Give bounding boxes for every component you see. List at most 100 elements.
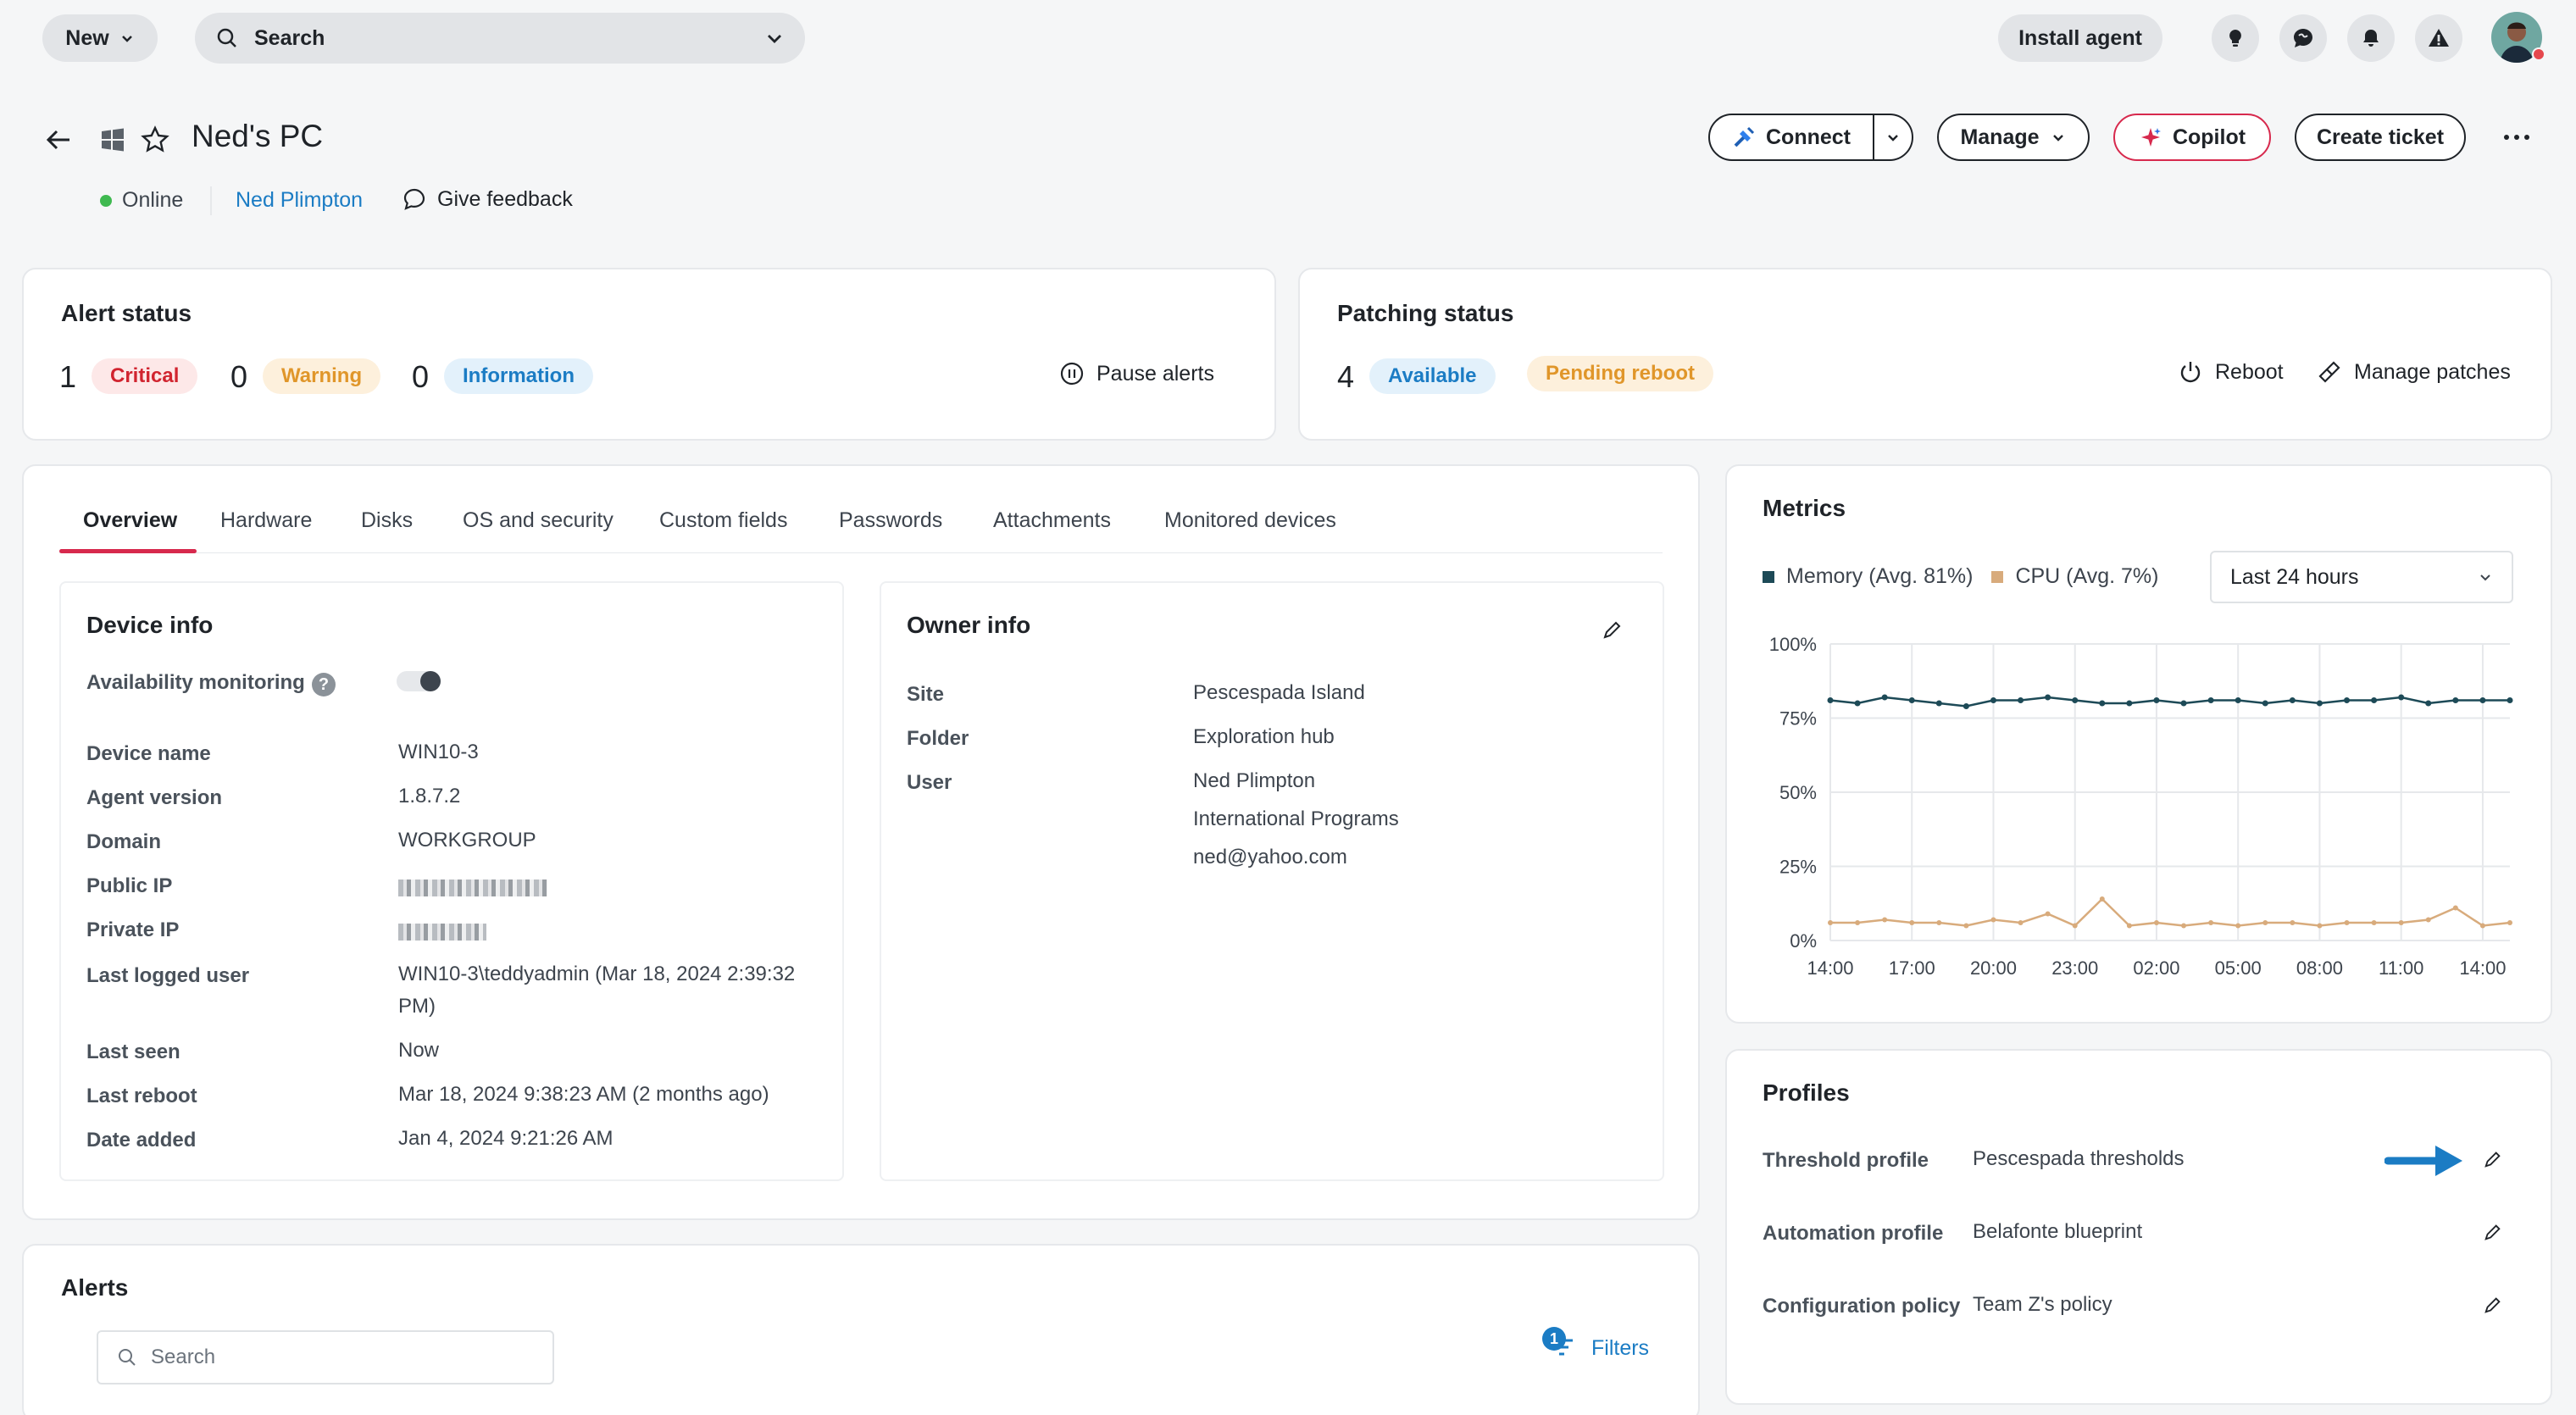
metrics-chart: 100% 75% 50% 25% 0% 14:00 17:00 20:00 23:00 02:00…	[1769, 634, 2513, 979]
connect-button[interactable]: Connect	[1708, 114, 1874, 161]
critical-badge[interactable]: Critical	[92, 358, 198, 394]
memory-point	[2398, 694, 2405, 701]
copilot-button[interactable]: Copilot	[2113, 114, 2271, 161]
search-icon	[119, 1349, 136, 1366]
time-range-select[interactable]: Last 24 hours	[2210, 551, 2513, 603]
row-label: Configuration policy	[1763, 1295, 1961, 1318]
last-seen-value: Now	[398, 1039, 440, 1062]
global-search[interactable]: Search	[195, 13, 805, 64]
filter-count-badge: 1	[1542, 1327, 1566, 1351]
memory-point	[2235, 697, 2241, 703]
user-link[interactable]: Ned Plimpton	[1193, 765, 1315, 797]
tab-hardware[interactable]: Hardware	[220, 508, 312, 533]
warning-badge[interactable]: Warning	[263, 358, 381, 394]
tab-overview[interactable]: Overview	[83, 508, 177, 533]
agent-version-value: 1.8.7.2	[398, 785, 461, 807]
pending-reboot-badge[interactable]: Pending reboot	[1527, 356, 1713, 391]
more-options-icon[interactable]	[2501, 125, 2532, 149]
panel-title: Owner info	[907, 612, 1031, 638]
windows-icon	[102, 128, 124, 152]
tab-disks[interactable]: Disks	[361, 508, 413, 533]
tab-monitored-devices[interactable]: Monitored devices	[1164, 508, 1336, 533]
tab-os-security[interactable]: OS and security	[463, 508, 613, 533]
memory-point	[2507, 697, 2513, 703]
cpu-point	[2153, 920, 2159, 925]
lightbulb-icon[interactable]	[2212, 14, 2259, 62]
alert-status-card: Alert status 1 Critical 0 Warning 0 Info…	[22, 268, 1276, 441]
cpu-point	[2317, 923, 2323, 929]
memory-legend-label: Memory (Avg. 81%)	[1786, 564, 1974, 588]
cpu-point	[1963, 923, 1969, 929]
give-feedback-link[interactable]: Give feedback	[402, 186, 573, 212]
cpu-point	[2290, 920, 2296, 925]
warning-icon[interactable]	[2415, 14, 2462, 62]
cpu-point	[1990, 917, 1996, 923]
top-bar: New Search Install agent	[0, 0, 2576, 76]
search-label: Search	[254, 25, 325, 50]
memory-point	[1935, 700, 1942, 707]
cpu-point	[2018, 920, 2024, 925]
new-button[interactable]: New	[42, 14, 158, 62]
configuration-policy-link[interactable]: Team Z's policy	[1973, 1289, 2112, 1321]
cpu-point	[2208, 920, 2214, 925]
edit-pencil-icon[interactable]	[2483, 1222, 2503, 1242]
information-badge[interactable]: Information	[444, 358, 593, 394]
edit-pencil-icon[interactable]	[1602, 619, 1624, 641]
y-tick-label: 25%	[1779, 857, 1817, 878]
edit-pencil-icon[interactable]	[2483, 1295, 2503, 1315]
automation-profile-link[interactable]: Belafonte blueprint	[1973, 1216, 2142, 1248]
last-reboot-value: Mar 18, 2024 9:38:23 AM (2 months ago)	[398, 1083, 769, 1106]
star-icon[interactable]	[141, 125, 169, 154]
install-agent-button[interactable]: Install agent	[1998, 14, 2162, 62]
card-title: Metrics	[1763, 495, 1846, 521]
edit-pencil-icon[interactable]	[2483, 1149, 2503, 1169]
page-title: Ned's PC	[192, 119, 324, 153]
manage-button[interactable]: Manage	[1937, 114, 2090, 161]
memory-point	[2099, 700, 2106, 707]
memory-point	[2072, 697, 2079, 703]
row-label: Threshold profile	[1763, 1149, 1929, 1172]
availability-toggle[interactable]	[397, 671, 441, 691]
owner-info-panel: Owner info Site Pescespada Island Folder…	[880, 581, 1664, 1181]
back-arrow-icon[interactable]	[44, 125, 73, 154]
department-value: International Programs	[1193, 807, 1399, 830]
cpu-point	[2344, 920, 2350, 925]
memory-point	[1881, 694, 1888, 701]
available-badge[interactable]: Available	[1369, 358, 1496, 394]
create-ticket-button[interactable]: Create ticket	[2295, 114, 2466, 161]
pause-icon	[1060, 362, 1084, 386]
chevron-down-icon	[2052, 135, 2063, 142]
card-title: Patching status	[1337, 300, 1514, 326]
owner-link[interactable]: Ned Plimpton	[236, 188, 363, 213]
tab-attachments[interactable]: Attachments	[993, 508, 1111, 533]
help-icon[interactable]: ?	[312, 673, 336, 696]
chat-icon[interactable]	[2279, 14, 2327, 62]
critical-count: 1	[59, 359, 77, 394]
x-tick-label: 08:00	[2296, 957, 2343, 979]
bell-icon[interactable]	[2347, 14, 2395, 62]
reboot-button[interactable]: Reboot	[2178, 359, 2284, 385]
alerts-search-input[interactable]: Search	[97, 1330, 554, 1384]
threshold-profile-link[interactable]: Pescespada thresholds	[1973, 1143, 2185, 1175]
date-added-value: Jan 4, 2024 9:21:26 AM	[398, 1127, 613, 1150]
cpu-point	[2452, 905, 2458, 911]
tab-passwords[interactable]: Passwords	[839, 508, 942, 533]
x-tick-label: 20:00	[1970, 957, 2017, 979]
memory-point	[2018, 697, 2024, 703]
manage-patches-button[interactable]: Manage patches	[2317, 359, 2511, 385]
pause-alerts-button[interactable]: Pause alerts	[1059, 361, 1214, 386]
row-label: Last logged user	[86, 964, 250, 987]
memory-point	[1908, 697, 1915, 703]
x-tick-label: 14:00	[2459, 957, 2506, 979]
tab-custom-fields[interactable]: Custom fields	[659, 508, 787, 533]
site-link[interactable]: Pescespada Island	[1193, 677, 1365, 709]
chevron-down-icon	[121, 36, 132, 42]
email-link[interactable]: ned@yahoo.com	[1193, 841, 1347, 874]
y-tick-label: 0%	[1790, 930, 1817, 952]
filters-button[interactable]: 1 Filters	[1542, 1327, 1649, 1361]
patch-icon	[2318, 361, 2340, 383]
alerts-card: Alerts	[22, 1244, 1700, 1415]
connect-dropdown-button[interactable]	[1873, 114, 1913, 161]
status-dot	[2532, 47, 2545, 61]
legend: Memory (Avg. 81%) CPU (Avg. 7%)	[1763, 564, 2158, 589]
